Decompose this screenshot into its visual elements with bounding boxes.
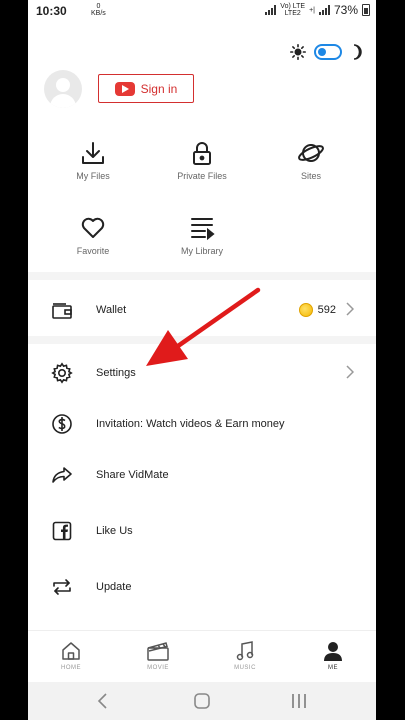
network-tag: +| xyxy=(309,6,315,14)
quick-action-my-library[interactable]: My Library xyxy=(147,215,257,256)
gear-icon xyxy=(51,362,73,384)
bottom-nav: HOME MOVIE MUSIC ME xyxy=(28,630,376,680)
update-icon xyxy=(53,579,71,595)
coin-icon xyxy=(298,303,313,317)
menu-item-share[interactable]: Share VidMate xyxy=(28,455,376,495)
battery-icon xyxy=(362,4,370,16)
nav-label: MUSIC xyxy=(234,665,256,671)
chevron-right-icon xyxy=(346,365,354,379)
share-icon xyxy=(52,467,72,483)
sun-icon[interactable] xyxy=(290,44,306,60)
playlist-icon xyxy=(191,218,215,241)
menu-item-label: Like Us xyxy=(96,525,133,537)
wallet-icon xyxy=(52,303,72,319)
quick-action-label: Sites xyxy=(300,171,321,181)
person-icon xyxy=(324,642,342,661)
status-right: Vo) LTE LTE2 +| 73% xyxy=(265,3,370,17)
menu-item-like-us[interactable]: Like Us xyxy=(28,511,376,551)
nav-music[interactable]: MUSIC xyxy=(210,640,280,671)
section-divider xyxy=(28,272,376,280)
wallet-balance: 592 xyxy=(298,303,336,317)
quick-action-my-files[interactable]: My Files xyxy=(38,140,148,181)
nav-label: ME xyxy=(328,665,338,671)
sign-in-button[interactable]: Sign in xyxy=(98,74,194,103)
menu-item-label: Share VidMate xyxy=(96,469,169,481)
network-speed: 0 KB/s xyxy=(91,3,106,17)
network-speed-unit: KB/s xyxy=(91,10,106,17)
status-time: 10:30 xyxy=(36,4,67,18)
signal-icon xyxy=(265,5,277,15)
nav-label: MOVIE xyxy=(147,665,169,671)
dark-mode-toggle[interactable] xyxy=(314,44,342,60)
network-line2: LTE2 xyxy=(284,10,301,17)
facebook-icon xyxy=(52,521,72,541)
download-icon xyxy=(82,142,104,164)
network-line1: Vo) LTE xyxy=(280,3,306,10)
planet-icon xyxy=(298,144,324,162)
quick-action-label: Favorite xyxy=(76,246,110,256)
quick-action-label: My Files xyxy=(76,171,110,181)
status-bar: 10:30 0 KB/s Vo) LTE LTE2 +| 73% xyxy=(28,0,376,22)
theme-switch xyxy=(290,44,362,60)
back-icon[interactable] xyxy=(96,693,108,709)
home-icon xyxy=(62,642,80,660)
menu-item-label: Settings xyxy=(96,367,136,379)
chevron-right-icon xyxy=(346,302,354,316)
system-nav-bar xyxy=(28,682,376,720)
recents-icon[interactable] xyxy=(290,693,308,709)
menu-item-update[interactable]: Update xyxy=(28,567,376,607)
wallet-label: Wallet xyxy=(96,304,127,316)
moon-icon[interactable] xyxy=(350,44,362,60)
dollar-icon xyxy=(52,414,72,434)
menu-item-label: Update xyxy=(96,581,132,593)
home-button-icon[interactable] xyxy=(193,693,211,709)
menu-item-label: Invitation: Watch videos & Earn money xyxy=(96,418,285,430)
annotation-arrow-icon xyxy=(146,287,261,366)
heart-icon xyxy=(81,217,105,238)
network-speed-value: 0 xyxy=(96,3,101,10)
lock-icon xyxy=(193,142,211,165)
network-type: Vo) LTE LTE2 xyxy=(280,3,305,17)
movie-icon xyxy=(147,642,169,661)
wallet-amount: 592 xyxy=(317,304,336,316)
quick-action-sites[interactable]: Sites xyxy=(256,140,366,181)
quick-action-label: Private Files xyxy=(177,171,227,181)
nav-me[interactable]: ME xyxy=(298,640,368,671)
signal-icon-2 xyxy=(318,5,330,15)
quick-action-private-files[interactable]: Private Files xyxy=(147,140,257,181)
nav-label: HOME xyxy=(61,665,81,671)
nav-home[interactable]: HOME xyxy=(36,640,106,671)
quick-action-favorite[interactable]: Favorite xyxy=(38,215,148,256)
quick-action-label: My Library xyxy=(180,246,223,256)
music-icon xyxy=(236,641,254,661)
youtube-icon xyxy=(114,81,135,96)
sign-in-label: Sign in xyxy=(140,81,178,96)
avatar[interactable] xyxy=(44,70,82,108)
screen: 10:30 0 KB/s Vo) LTE LTE2 +| 73% Sign in… xyxy=(28,0,376,720)
battery-level: 73% xyxy=(333,3,358,17)
menu-item-invitation[interactable]: Invitation: Watch videos & Earn money xyxy=(28,404,376,444)
nav-movie[interactable]: MOVIE xyxy=(123,640,193,671)
